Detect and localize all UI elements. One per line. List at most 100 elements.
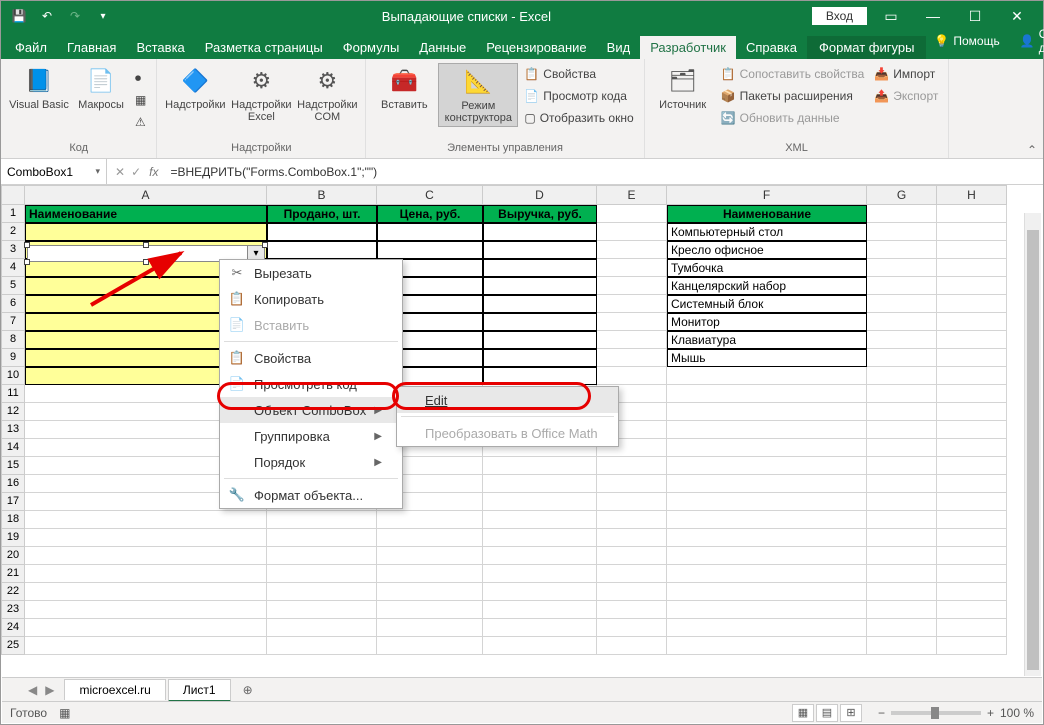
run-dialog-button[interactable]: ▢Отобразить окно — [520, 107, 637, 129]
visual-basic-button[interactable]: 📘Visual Basic — [7, 63, 71, 113]
cell[interactable] — [483, 313, 597, 331]
save-icon[interactable]: 💾 — [9, 6, 29, 26]
row-header[interactable]: 4 — [1, 259, 25, 277]
tab-home[interactable]: Главная — [57, 36, 126, 59]
row-header[interactable]: 2 — [1, 223, 25, 241]
cell[interactable] — [867, 565, 937, 583]
normal-view-icon[interactable]: ▦ — [792, 704, 814, 722]
properties-button[interactable]: 📋Свойства — [520, 63, 637, 85]
cell[interactable]: Кресло офисное — [667, 241, 867, 259]
relative-refs-button[interactable]: ▦ — [131, 89, 150, 111]
cell[interactable] — [667, 547, 867, 565]
cell[interactable] — [937, 619, 1007, 637]
cell[interactable] — [667, 601, 867, 619]
cell[interactable] — [937, 241, 1007, 259]
cell[interactable] — [25, 529, 267, 547]
col-header[interactable]: F — [667, 185, 867, 205]
row-header[interactable]: 8 — [1, 331, 25, 349]
cell[interactable] — [937, 565, 1007, 583]
vertical-scrollbar[interactable] — [1024, 213, 1041, 676]
cell[interactable] — [483, 529, 597, 547]
cell[interactable] — [937, 529, 1007, 547]
zoom-in-icon[interactable]: + — [987, 706, 994, 720]
cell[interactable] — [937, 403, 1007, 421]
tab-review[interactable]: Рецензирование — [476, 36, 596, 59]
cell[interactable] — [597, 511, 667, 529]
cell[interactable] — [377, 547, 483, 565]
page-layout-view-icon[interactable]: ▤ — [816, 704, 838, 722]
cell[interactable] — [937, 583, 1007, 601]
cell[interactable] — [597, 493, 667, 511]
row-header[interactable]: 5 — [1, 277, 25, 295]
tab-formulas[interactable]: Формулы — [333, 36, 410, 59]
chevron-down-icon[interactable]: ▾ — [95, 166, 100, 177]
row-header[interactable]: 23 — [1, 601, 25, 619]
cell[interactable] — [867, 601, 937, 619]
cell[interactable] — [867, 457, 937, 475]
row-header[interactable]: 10 — [1, 367, 25, 385]
cell[interactable] — [483, 367, 597, 385]
cell[interactable] — [483, 475, 597, 493]
cell[interactable] — [377, 637, 483, 655]
cell[interactable] — [483, 295, 597, 313]
cell[interactable]: Продано, шт. — [267, 205, 377, 223]
cell[interactable] — [25, 637, 267, 655]
cell[interactable] — [483, 493, 597, 511]
cell[interactable] — [667, 583, 867, 601]
cell[interactable] — [483, 259, 597, 277]
sheet-nav-next-icon[interactable]: ▶ — [43, 683, 64, 697]
cell[interactable] — [937, 349, 1007, 367]
row-header[interactable]: 1 — [1, 205, 25, 223]
fx-icon[interactable]: fx — [149, 165, 164, 179]
row-header[interactable]: 16 — [1, 475, 25, 493]
row-header[interactable]: 21 — [1, 565, 25, 583]
tab-help[interactable]: Справка — [736, 36, 807, 59]
col-header[interactable]: C — [377, 185, 483, 205]
cell[interactable] — [937, 295, 1007, 313]
cell[interactable] — [867, 241, 937, 259]
cell[interactable] — [267, 583, 377, 601]
cell[interactable] — [377, 619, 483, 637]
undo-icon[interactable]: ↶ — [37, 6, 57, 26]
cell[interactable] — [937, 385, 1007, 403]
macro-security-button[interactable]: ⚠ — [131, 111, 150, 133]
cell[interactable] — [667, 511, 867, 529]
cell[interactable] — [937, 493, 1007, 511]
qat-more-icon[interactable]: ▾ — [93, 6, 113, 26]
cell[interactable] — [937, 421, 1007, 439]
zoom-slider[interactable] — [891, 711, 981, 715]
cell[interactable] — [867, 367, 937, 385]
cell[interactable] — [867, 475, 937, 493]
macro-record-status-icon[interactable]: ▦ — [59, 706, 70, 720]
cell[interactable]: Компьютерный стол — [667, 223, 867, 241]
cell[interactable] — [937, 277, 1007, 295]
cell[interactable] — [483, 331, 597, 349]
cell[interactable] — [937, 511, 1007, 529]
cell[interactable] — [867, 313, 937, 331]
col-header[interactable]: D — [483, 185, 597, 205]
cancel-formula-icon[interactable]: ✕ — [115, 165, 125, 179]
cell[interactable] — [867, 619, 937, 637]
cell[interactable] — [867, 331, 937, 349]
cell[interactable] — [597, 529, 667, 547]
cell[interactable] — [597, 295, 667, 313]
cell[interactable] — [867, 583, 937, 601]
cell[interactable] — [25, 565, 267, 583]
cell[interactable] — [867, 223, 937, 241]
cell[interactable] — [267, 547, 377, 565]
cell[interactable] — [483, 277, 597, 295]
cell[interactable] — [597, 331, 667, 349]
cell[interactable] — [667, 367, 867, 385]
tab-developer[interactable]: Разработчик — [640, 36, 736, 59]
row-header[interactable]: 19 — [1, 529, 25, 547]
ctx-copy[interactable]: 📋Копировать — [220, 286, 402, 312]
cell[interactable]: Наименование — [25, 205, 267, 223]
row-header[interactable]: 7 — [1, 313, 25, 331]
import-button[interactable]: 📥Импорт — [870, 63, 942, 85]
tab-data[interactable]: Данные — [409, 36, 476, 59]
cell[interactable] — [937, 547, 1007, 565]
cell[interactable] — [483, 223, 597, 241]
cell[interactable] — [667, 637, 867, 655]
cell[interactable] — [483, 241, 597, 259]
com-addins-button[interactable]: ⚙Надстройки COM — [295, 63, 359, 125]
